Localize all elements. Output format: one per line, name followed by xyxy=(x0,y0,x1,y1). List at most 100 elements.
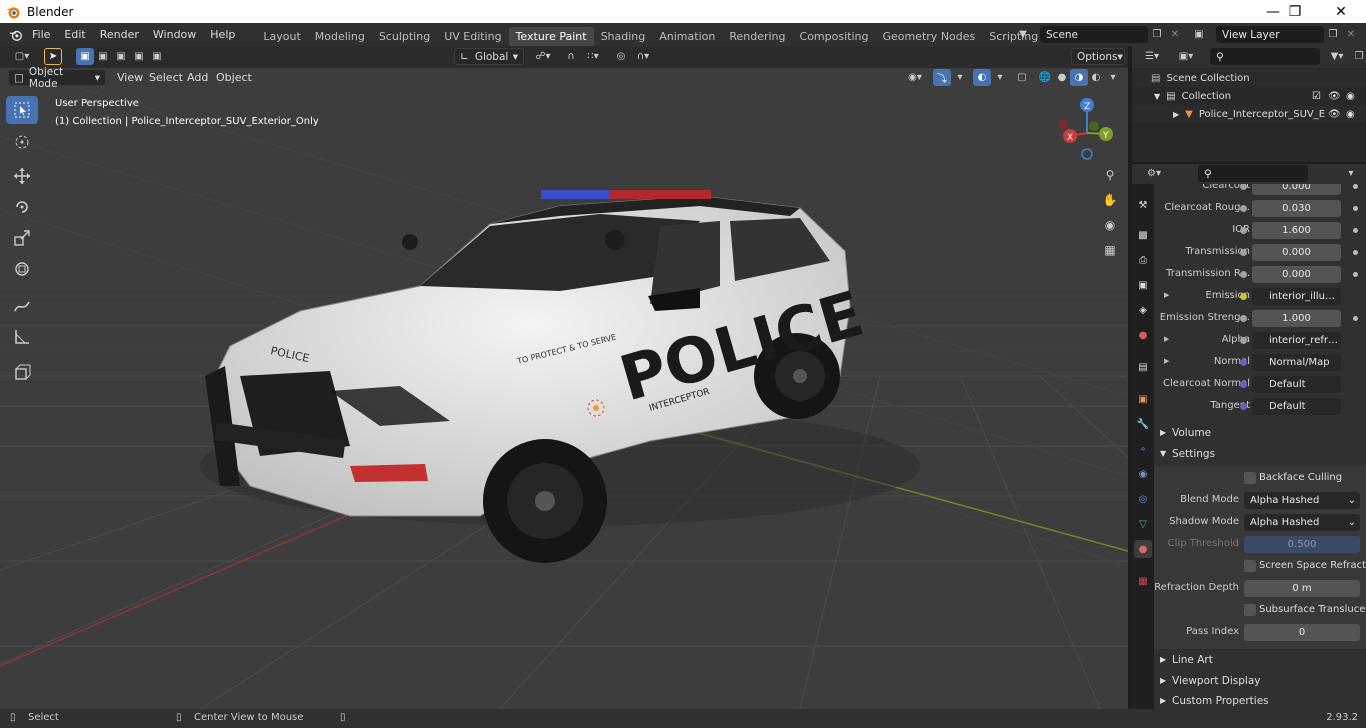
scene-browse-icon[interactable]: ▼ xyxy=(1014,26,1032,43)
socket-dot-icon[interactable] xyxy=(1240,337,1247,344)
particles-tab-icon[interactable]: ∘ xyxy=(1134,440,1152,458)
snap-target-icon[interactable]: ∷▾ xyxy=(580,48,606,65)
properties-editor-type-icon[interactable]: ⚙▾ xyxy=(1140,165,1168,182)
keyframe-dot-icon[interactable] xyxy=(1353,228,1358,233)
transform-orientation-dropdown[interactable]: ∟ Global ▾ xyxy=(454,48,524,65)
expand-arrow-icon[interactable]: ▶ xyxy=(1164,291,1169,299)
material-tab-icon[interactable]: ● xyxy=(1134,540,1152,558)
editor-type-icon[interactable]: ▢▾ xyxy=(8,48,36,65)
keyframe-dot-icon[interactable] xyxy=(1353,272,1358,277)
socket-dot-icon[interactable] xyxy=(1240,271,1247,278)
display-mode-icon[interactable]: ▣▾ xyxy=(1172,48,1200,65)
outliner-row-scene-collection[interactable]: ▤ Scene Collection xyxy=(1132,69,1366,87)
socket-dot-icon[interactable] xyxy=(1240,403,1247,410)
xray-toggle-icon[interactable]: ▢ xyxy=(1013,69,1031,86)
gizmo-menu-icon[interactable]: ▾ xyxy=(951,69,969,86)
scene-name-field[interactable]: Scene xyxy=(1040,26,1148,43)
outliner-row-collection[interactable]: ▼ ▤ Collection ☑ 👁 ◉ xyxy=(1132,87,1366,105)
select-intersect-icon[interactable]: ▣ xyxy=(148,48,166,65)
scale-tool-icon[interactable] xyxy=(6,224,38,252)
select-subtract-icon[interactable]: ▣ xyxy=(112,48,130,65)
cursor-tool-icon[interactable] xyxy=(6,128,38,156)
socket-dot-icon[interactable] xyxy=(1240,205,1247,212)
property-value-field[interactable]: 0.000 xyxy=(1252,266,1341,283)
view-layer-tab-icon[interactable]: ▣ xyxy=(1134,276,1152,294)
viewport-menu-select[interactable]: Select xyxy=(149,71,183,84)
tool-tab-icon[interactable]: ⚒ xyxy=(1134,196,1152,214)
proportional-edit-icon[interactable]: ◎ xyxy=(612,48,630,65)
view-layer-browse-icon[interactable]: ▣ xyxy=(1190,26,1208,43)
viewport-display-panel-header[interactable]: ▶ Viewport Display xyxy=(1154,670,1366,691)
property-value-field[interactable]: Normal/Map xyxy=(1252,354,1341,371)
workspace-tab-texture-paint[interactable]: Texture Paint xyxy=(508,27,594,46)
wireframe-shading-icon[interactable]: 🌐 xyxy=(1036,69,1054,86)
close-button[interactable]: ✕ xyxy=(1318,0,1364,23)
view-layer-field[interactable]: View Layer xyxy=(1216,26,1324,43)
outliner-editor-type-icon[interactable]: ☰▾ xyxy=(1138,48,1166,65)
blend-mode-select[interactable]: Alpha Hashed ⌄ xyxy=(1244,492,1360,509)
socket-dot-icon[interactable] xyxy=(1240,227,1247,234)
property-value-field[interactable]: Default xyxy=(1252,398,1341,415)
pan-hand-icon[interactable]: ✋ xyxy=(1101,191,1119,209)
maximize-button[interactable]: ❐ xyxy=(1272,0,1318,23)
pass-index-field[interactable]: 0 xyxy=(1244,624,1360,641)
exclude-checkbox-icon[interactable]: ☑ xyxy=(1312,91,1321,102)
expand-arrow-icon[interactable]: ▶ xyxy=(1164,335,1169,343)
workspace-tab-shading[interactable]: Shading xyxy=(594,27,653,46)
backface-culling-checkbox[interactable] xyxy=(1244,472,1256,484)
new-scene-icon[interactable]: ❐ xyxy=(1148,26,1166,43)
property-value-field[interactable]: interior_illumination... xyxy=(1252,288,1341,305)
workspace-tab-modeling[interactable]: Modeling xyxy=(308,27,372,46)
output-tab-icon[interactable]: ⎙ xyxy=(1134,251,1152,269)
viewport-menu-view[interactable]: View xyxy=(117,71,143,84)
measure-tool-icon[interactable] xyxy=(6,323,38,351)
shadow-mode-select[interactable]: Alpha Hashed ⌄ xyxy=(1244,514,1360,531)
socket-dot-icon[interactable] xyxy=(1240,315,1247,322)
ortho-toggle-icon[interactable]: ▦ xyxy=(1101,241,1119,259)
overlays-toggle-icon[interactable]: ◐ xyxy=(973,69,991,86)
solid-shading-icon[interactable]: ● xyxy=(1053,69,1071,86)
object-mode-dropdown[interactable]: □ Object Mode ▾ xyxy=(8,66,106,90)
modifiers-tab-icon[interactable]: 🔧 xyxy=(1134,415,1152,433)
property-value-field[interactable]: 1.000 xyxy=(1252,310,1341,327)
delete-view-layer-icon[interactable]: ✕ xyxy=(1342,26,1360,43)
workspace-tab-uv-editing[interactable]: UV Editing xyxy=(437,27,508,46)
scene-tab-icon[interactable]: ◈ xyxy=(1134,301,1152,319)
physics-tab-icon[interactable]: ◉ xyxy=(1134,465,1152,483)
property-value-field[interactable]: Default xyxy=(1252,376,1341,393)
workspace-tab-rendering[interactable]: Rendering xyxy=(722,27,792,46)
menu-window[interactable]: Window xyxy=(146,28,203,41)
menu-help[interactable]: Help xyxy=(203,28,242,41)
socket-dot-icon[interactable] xyxy=(1240,249,1247,256)
socket-dot-icon[interactable] xyxy=(1240,293,1247,300)
workspace-tab-sculpting[interactable]: Sculpting xyxy=(372,27,437,46)
blender-menu-icon[interactable] xyxy=(9,28,23,42)
workspace-tab-animation[interactable]: Animation xyxy=(652,27,722,46)
move-tool-icon[interactable] xyxy=(6,162,38,190)
object-tab-icon[interactable]: ▣ xyxy=(1134,390,1152,408)
expand-arrow-icon[interactable]: ▶ xyxy=(1173,110,1179,119)
object-data-tab-icon[interactable]: ▽ xyxy=(1134,515,1152,533)
pivot-point-icon[interactable]: ☍▾ xyxy=(530,48,556,65)
select-box-tool-icon[interactable] xyxy=(6,96,38,124)
zoom-icon[interactable]: ⚲ xyxy=(1101,166,1119,184)
new-collection-icon[interactable]: ❐ xyxy=(1350,48,1366,65)
settings-panel-header[interactable]: ▼ Settings xyxy=(1154,443,1366,464)
outliner-row-police-suv[interactable]: ▶ ▼ Police_Interceptor_SUV_E 👁 ◉ xyxy=(1132,105,1366,123)
menu-file[interactable]: File xyxy=(25,28,57,41)
select-invert-icon[interactable]: ▣ xyxy=(130,48,148,65)
3d-viewport[interactable]: POLICE POLICE TO PROTECT & TO SERVE INTE… xyxy=(0,46,1128,709)
property-value-field[interactable]: 0.000 xyxy=(1252,244,1341,261)
expand-arrow-icon[interactable]: ▼ xyxy=(1154,92,1160,101)
outliner-search-input[interactable]: ⚲ xyxy=(1210,48,1320,65)
viewport-menu-add[interactable]: Add xyxy=(187,71,208,84)
property-value-field[interactable]: interior_refraction_in... xyxy=(1252,332,1341,349)
render-tab-icon[interactable]: ▩ xyxy=(1134,226,1152,244)
visibility-filter-icon[interactable]: ◉▾ xyxy=(902,69,928,86)
custom-properties-panel-header[interactable]: ▶ Custom Properties xyxy=(1154,690,1366,709)
material-preview-shading-icon[interactable]: ◑ xyxy=(1070,69,1088,86)
select-extend-icon[interactable]: ▣ xyxy=(94,48,112,65)
line-art-panel-header[interactable]: ▶ Line Art xyxy=(1154,649,1366,670)
menu-edit[interactable]: Edit xyxy=(57,28,92,41)
select-new-icon[interactable]: ▣ xyxy=(76,48,94,65)
